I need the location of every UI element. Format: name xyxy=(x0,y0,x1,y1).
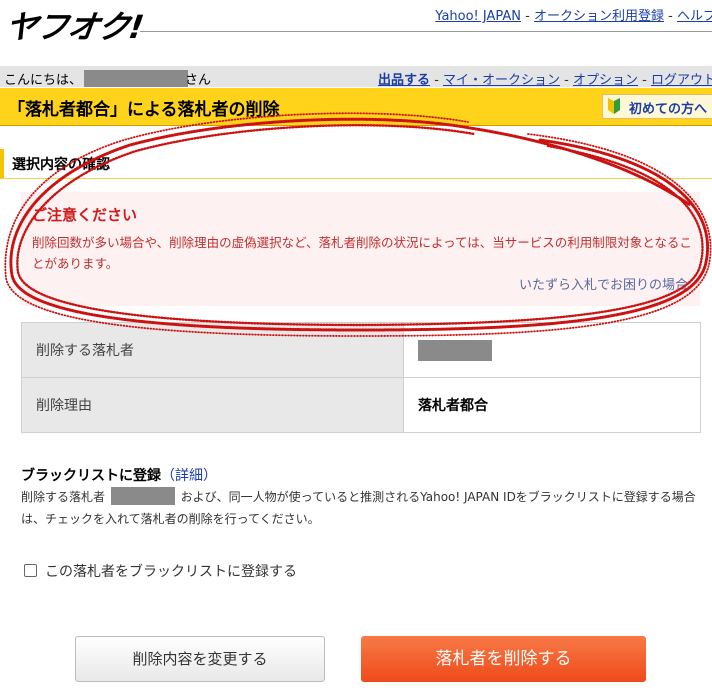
change-deletion-button[interactable]: 削除内容を変更する xyxy=(75,636,325,682)
nav-options[interactable]: オプション xyxy=(573,73,638,88)
yahuoku-logo[interactable]: ヤフオク! xyxy=(3,2,146,48)
separator: - xyxy=(525,9,534,24)
caution-title: ご注意ください xyxy=(32,206,138,224)
top-link-register[interactable]: オークション利用登録 xyxy=(534,9,664,24)
page-title: 「落札者都合」による落札者の削除 xyxy=(8,100,280,120)
blacklist-heading: ブラックリストに登録（詳細） xyxy=(21,465,217,485)
blacklist-description: 削除する落札者 および、同一人物が使っていると推測されるYahoo! JAPAN… xyxy=(21,486,701,530)
separator: - xyxy=(642,73,651,88)
nav-my-auction[interactable]: マイ・オークション xyxy=(443,73,560,88)
section-title: 選択内容の確認 xyxy=(12,157,110,173)
prank-bid-help-link[interactable]: いたずら入札でお困りの場合 xyxy=(519,274,688,293)
blacklist-checkbox-label: この落札者をブラックリストに登録する xyxy=(45,564,297,580)
deletion-details-table: 削除する落札者 削除理由 落札者都合 xyxy=(21,322,701,433)
separator: - xyxy=(564,73,573,88)
caution-notice: ご注意ください 削除回数が多い場合や、削除理由の虚偽選択など、落札者削除の状況に… xyxy=(21,192,700,306)
checkbox-square[interactable] xyxy=(24,564,37,577)
redacted-username xyxy=(84,70,189,87)
table-row: 削除する落札者 xyxy=(21,322,701,378)
beginner-guide-link[interactable]: 初めての方へ xyxy=(629,98,707,117)
redacted-bidder-id xyxy=(110,487,175,505)
top-link-yahoo-japan[interactable]: Yahoo! JAPAN xyxy=(435,9,521,24)
blacklist-checkbox[interactable]: この落札者をブラックリストに登録する xyxy=(24,561,297,581)
blacklist-desc-prefix: 削除する落札者 xyxy=(21,490,106,504)
delete-bidder-button[interactable]: 落札者を削除する xyxy=(361,636,646,682)
table-row: 削除理由 落札者都合 xyxy=(21,377,701,433)
beginner-guide[interactable]: 初めての方へ xyxy=(602,94,712,119)
nav-sell[interactable]: 出品する xyxy=(378,73,430,88)
caution-body: 削除回数が多い場合や、削除理由の虚偽選択など、落札者削除の状況によっては、当サー… xyxy=(32,235,692,271)
row-value-bidder xyxy=(403,322,701,378)
greeting-bar: こんにちは、 さん 出品する - マイ・オークション - オプション - ログアウ… xyxy=(0,66,712,88)
redacted-bidder-id xyxy=(418,339,492,361)
greeting-prefix: こんにちは、 xyxy=(4,73,83,88)
top-link-help[interactable]: ヘルプ xyxy=(677,9,712,24)
beginner-mark-icon xyxy=(608,98,620,114)
row-label-reason: 削除理由 xyxy=(21,377,404,433)
greeting-suffix: さん xyxy=(185,73,212,88)
separator: - xyxy=(668,9,677,24)
section-header: 選択内容の確認 xyxy=(0,149,712,179)
row-value-reason: 落札者都合 xyxy=(403,377,701,433)
blacklist-detail-link[interactable]: （詳細） xyxy=(161,468,217,484)
row-label-bidder: 削除する落札者 xyxy=(21,322,404,378)
user-nav: 出品する - マイ・オークション - オプション - ログアウト xyxy=(378,69,712,88)
blacklist-title: ブラックリストに登録 xyxy=(21,468,161,484)
greeting: こんにちは、 さん xyxy=(4,69,211,88)
top-links: Yahoo! JAPAN - オークション利用登録 - ヘルプ xyxy=(435,5,712,24)
nav-logout[interactable]: ログアウト xyxy=(651,73,712,88)
header-divider xyxy=(140,31,712,32)
separator: - xyxy=(434,73,444,88)
title-bar: 「落札者都合」による落札者の削除 初めての方へ xyxy=(0,88,712,126)
